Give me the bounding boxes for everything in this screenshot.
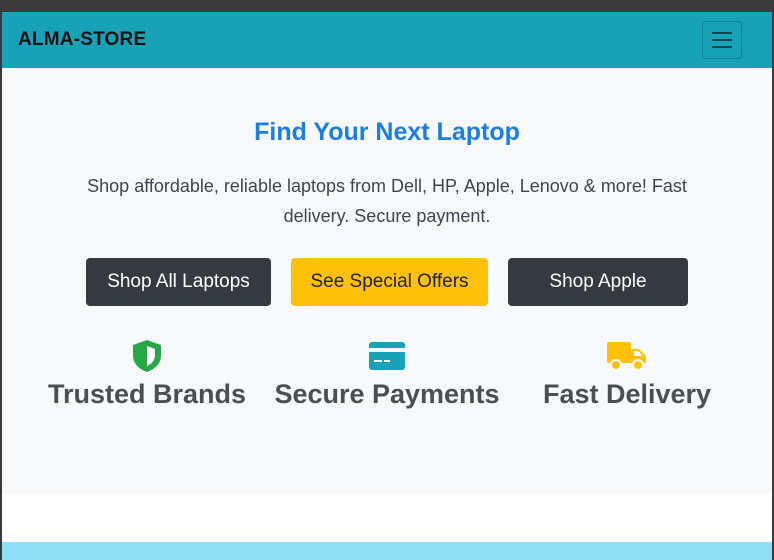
feature-label: Secure Payments: [274, 379, 500, 409]
see-special-offers-button[interactable]: See Special Offers: [291, 258, 488, 306]
feature-fast-delivery: Fast Delivery: [512, 338, 742, 411]
hero-title: Find Your Next Laptop: [254, 118, 520, 146]
credit-card-icon: [272, 338, 502, 374]
hamburger-menu-icon: [712, 32, 732, 34]
feature-secure-payments: Secure Payments: [272, 338, 502, 411]
hero-subtitle: Shop affordable, reliable laptops from D…: [87, 176, 687, 226]
hero-button-row: Shop All Laptops See Special Offers Shop…: [2, 258, 772, 306]
shop-all-laptops-button[interactable]: Shop All Laptops: [86, 258, 271, 306]
truck-icon: [512, 338, 742, 374]
shop-apple-button[interactable]: Shop Apple: [508, 258, 688, 306]
hamburger-menu-button[interactable]: [702, 21, 742, 59]
shield-icon: [32, 338, 262, 374]
next-section-band: [2, 542, 772, 560]
feature-label: Fast Delivery: [542, 379, 712, 409]
feature-trusted-brands: Trusted Brands: [32, 338, 262, 411]
brand-logo[interactable]: ALMA-STORE: [18, 29, 146, 51]
content-spacer: [2, 494, 772, 542]
browser-viewport: ALMA-STORE Find Your Next Laptop Shop af…: [2, 12, 772, 560]
hero-section: Find Your Next Laptop Shop affordable, r…: [2, 68, 772, 494]
navbar: ALMA-STORE: [2, 12, 772, 68]
features-row: Trusted Brands Secure Payments Fast Deli…: [2, 338, 772, 411]
feature-label: Trusted Brands: [47, 379, 247, 409]
